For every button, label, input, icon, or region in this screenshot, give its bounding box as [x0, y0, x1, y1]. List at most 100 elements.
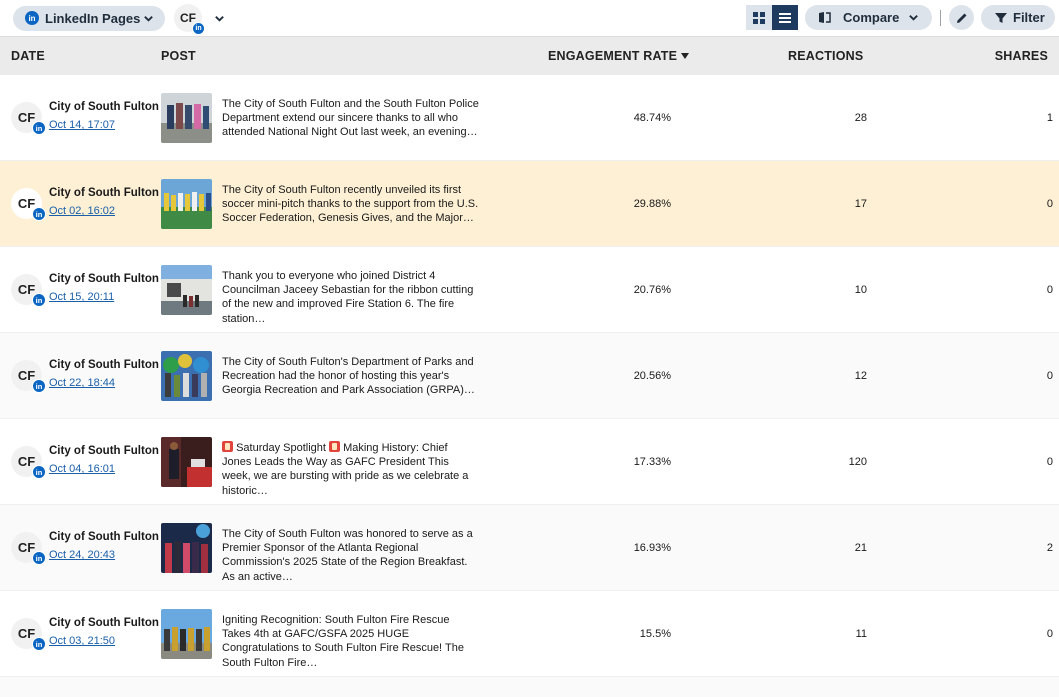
toolbar: in LinkedIn Pages CF in Compare Filter	[0, 0, 1059, 36]
grid-icon	[753, 11, 765, 24]
avatar: CF in	[11, 618, 46, 651]
post-thumbnail[interactable]	[161, 265, 212, 315]
engagement-rate-value: 29.88%	[633, 198, 671, 210]
post-date-link[interactable]: Oct 02, 16:02	[49, 205, 115, 217]
table-row[interactable]: CF in City of South Fulton Oct 14, 17:07…	[0, 75, 1059, 161]
filter-button[interactable]: Filter	[981, 5, 1055, 30]
post-text: The City of South Fulton recently unveil…	[222, 184, 479, 225]
profile-name: City of South Fulton	[49, 445, 159, 457]
post-thumbnail[interactable]	[161, 179, 212, 229]
profile-name: City of South Fulton	[49, 617, 159, 629]
edit-button[interactable]	[949, 5, 974, 30]
reactions-value: 11	[855, 628, 867, 640]
post-thumbnail[interactable]	[161, 523, 212, 573]
reactions-value: 12	[854, 370, 867, 382]
profile-name: City of South Fulton	[49, 187, 159, 199]
post-date-link[interactable]: Oct 04, 16:01	[49, 463, 115, 475]
engagement-rate-value: 20.76%	[633, 284, 671, 296]
column-header-engagement-rate[interactable]: ENGAGEMENT RATE	[548, 49, 690, 63]
sort-descending-icon	[681, 53, 690, 59]
chevron-down-icon	[141, 11, 155, 25]
linkedin-icon: in	[32, 207, 46, 221]
column-header-reactions[interactable]: REACTIONS	[788, 49, 863, 63]
post-date-link[interactable]: Oct 03, 21:50	[49, 635, 115, 647]
post-thumbnail[interactable]	[161, 351, 212, 401]
spotlight-emoji-icon	[222, 441, 233, 452]
post-text: Thank you to everyone who joined Distric…	[222, 270, 474, 325]
list-icon	[779, 12, 791, 23]
pencil-icon	[956, 13, 966, 23]
linkedin-icon: in	[32, 293, 46, 307]
linkedin-icon: in	[25, 11, 39, 25]
engagement-rate-value: 16.93%	[633, 542, 671, 554]
engagement-rate-value: 48.74%	[633, 112, 671, 124]
reactions-value: 10	[854, 284, 867, 296]
spotlight-emoji-icon	[329, 441, 341, 452]
reactions-value: 120	[848, 456, 867, 468]
linkedin-icon: in	[32, 121, 46, 135]
chevron-down-icon	[906, 11, 920, 25]
reactions-value: 21	[854, 542, 867, 554]
filter-icon	[995, 12, 1007, 23]
post-date-link[interactable]: Oct 24, 20:43	[49, 549, 115, 561]
profile-name: City of South Fulton	[49, 359, 159, 371]
grid-view-button[interactable]	[746, 5, 772, 30]
table-row[interactable]: CF in City of South Fulton Oct 03, 21:50…	[0, 591, 1059, 677]
engagement-rate-value: 15.5%	[639, 628, 671, 640]
linkedin-pages-label: LinkedIn Pages	[45, 10, 141, 26]
post-text: Saturday Spotlight Making History: Chief…	[222, 441, 480, 498]
avatar: CF in	[11, 102, 46, 135]
avatar: CF in	[11, 532, 46, 565]
post-date-link[interactable]: Oct 15, 20:11	[49, 291, 114, 303]
table-row[interactable]: CF in City of South Fulton Oct 04, 16:01…	[0, 419, 1059, 505]
toolbar-divider	[940, 9, 941, 26]
linkedin-icon: in	[192, 22, 205, 35]
compare-dropdown[interactable]: Compare	[805, 5, 932, 30]
post-date-link[interactable]: Oct 22, 18:44	[49, 377, 115, 389]
account-selector[interactable]: CF in	[174, 4, 226, 35]
table-row[interactable]: CF in City of South Fulton Oct 22, 18:44…	[0, 333, 1059, 419]
shares-value: 0	[1046, 284, 1053, 296]
avatar: CF in	[11, 274, 46, 307]
table-header: DATE POST ENGAGEMENT RATE REACTIONS SHAR…	[0, 36, 1059, 75]
shares-value: 2	[1046, 542, 1053, 554]
table-row[interactable]: CF in City of South Fulton Oct 02, 16:02…	[0, 161, 1059, 247]
avatar: CF in	[11, 446, 46, 479]
linkedin-icon: in	[32, 465, 46, 479]
engagement-rate-value: 20.56%	[633, 370, 671, 382]
shares-value: 0	[1046, 198, 1053, 210]
column-header-post[interactable]: POST	[161, 49, 196, 63]
profile-name: City of South Fulton	[49, 273, 159, 285]
table-row[interactable]: CF in City of South Fulton Oct 24, 20:43…	[0, 505, 1059, 591]
post-date-link[interactable]: Oct 14, 17:07	[49, 119, 115, 131]
avatar: CF in	[11, 360, 46, 393]
compare-label: Compare	[843, 10, 900, 25]
toolbar-actions: Compare Filter	[746, 5, 1055, 30]
post-text-part: Saturday Spotlight	[236, 442, 326, 454]
shares-value: 0	[1046, 370, 1053, 382]
post-text: The City of South Fulton and the South F…	[222, 98, 479, 139]
reactions-value: 28	[854, 112, 867, 124]
profile-name: City of South Fulton	[49, 101, 159, 113]
linkedin-icon: in	[32, 551, 46, 565]
post-thumbnail[interactable]	[161, 609, 212, 659]
engagement-rate-value: 17.33%	[633, 456, 671, 468]
post-text: The City of South Fulton's Department of…	[222, 356, 475, 397]
post-thumbnail[interactable]	[161, 93, 212, 143]
shares-value: 0	[1046, 456, 1053, 468]
account-avatar: CF in	[174, 4, 205, 35]
list-view-button[interactable]	[772, 5, 798, 30]
reactions-value: 17	[854, 198, 867, 210]
filter-label: Filter	[1013, 10, 1045, 25]
linkedin-icon: in	[32, 637, 46, 651]
chevron-down-icon	[212, 11, 226, 25]
compare-icon	[819, 12, 831, 23]
column-header-date[interactable]: DATE	[11, 49, 45, 63]
post-text: Igniting Recognition: South Fulton Fire …	[222, 614, 464, 669]
linkedin-pages-dropdown[interactable]: in LinkedIn Pages	[13, 5, 165, 31]
column-header-shares[interactable]: SHARES	[995, 49, 1048, 63]
post-text: The City of South Fulton was honored to …	[222, 528, 473, 583]
table-row[interactable]: CF in City of South Fulton Oct 15, 20:11…	[0, 247, 1059, 333]
post-thumbnail[interactable]	[161, 437, 212, 487]
shares-value: 1	[1046, 112, 1053, 124]
